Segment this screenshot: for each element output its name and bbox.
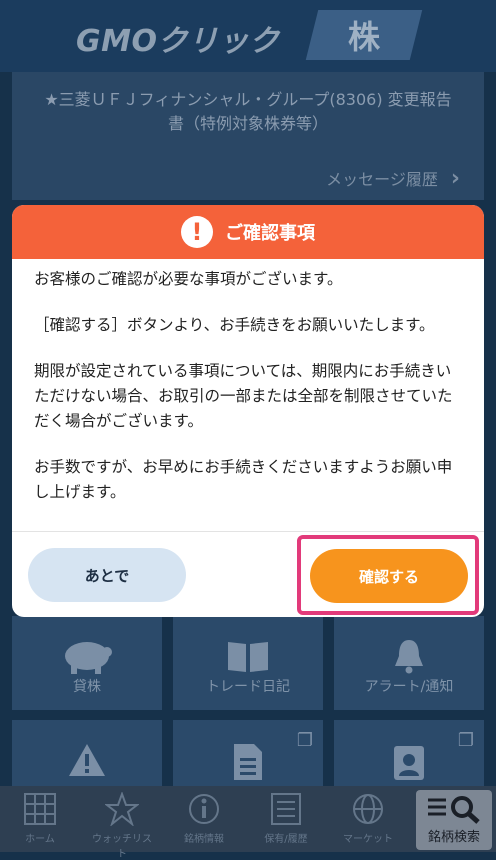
confirmation-dialog: ! ご確認事項 お客様のご確認が必要な事項がございます。 ［確認する］ボタンより… <box>12 205 484 617</box>
dialog-divider <box>12 531 484 532</box>
dialog-paragraph: ［確認する］ボタンより、お手続きをお願いいたします。 <box>34 316 435 334</box>
exclamation-icon: ! <box>181 216 213 248</box>
confirm-button[interactable]: 確認する <box>310 549 468 603</box>
later-button[interactable]: あとで <box>28 548 186 602</box>
dialog-paragraph: お手数ですが、お早めにお手続きくださいますようお願い申し上げます。 <box>34 458 453 501</box>
dialog-title: ご確認事項 <box>225 223 315 244</box>
dialog-paragraph: お客様のご確認が必要な事項がございます。 <box>34 270 343 288</box>
dialog-header: ! ご確認事項 <box>12 205 484 259</box>
dialog-paragraph: 期限が設定されている事項については、期限内にお手続きいただけない場合、お取引の一… <box>34 362 453 430</box>
dialog-body: お客様のご確認が必要な事項がございます。 ［確認する］ボタンより、お手続きをお願… <box>34 267 462 526</box>
